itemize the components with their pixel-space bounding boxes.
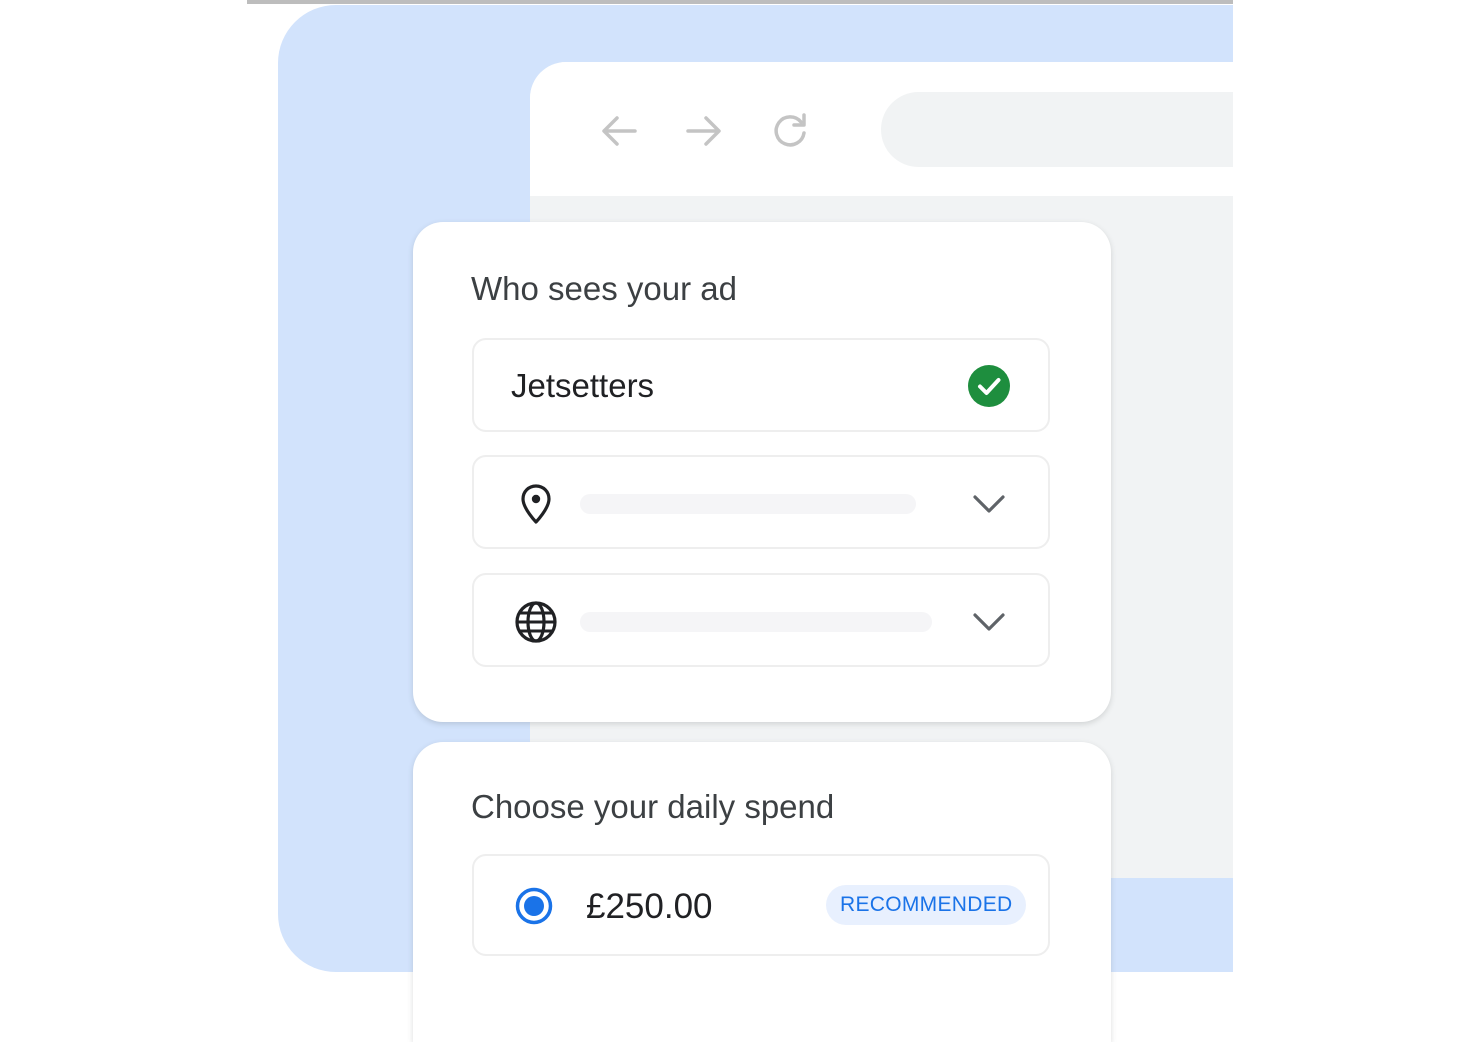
top-divider <box>247 0 1233 4</box>
audience-name-value: Jetsetters <box>511 367 655 404</box>
location-select[interactable] <box>472 455 1050 549</box>
location-placeholder <box>580 494 916 514</box>
spend-amount: £250.00 <box>586 887 713 926</box>
spend-option-recommended[interactable]: £250.00 RECOMMENDED <box>472 854 1050 956</box>
arrow-back-icon[interactable] <box>597 109 641 153</box>
language-select[interactable] <box>472 573 1050 667</box>
recommended-badge: RECOMMENDED <box>826 885 1027 925</box>
globe-icon <box>514 600 558 644</box>
arrow-forward-icon[interactable] <box>682 109 726 153</box>
audience-card-title: Who sees your ad <box>471 270 737 307</box>
browser-toolbar <box>530 62 1233 196</box>
radio-selected-icon[interactable] <box>514 886 554 926</box>
daily-spend-card-title: Choose your daily spend <box>471 788 835 825</box>
chevron-down-icon[interactable] <box>971 606 1007 638</box>
location-pin-icon <box>514 482 558 526</box>
audience-name-field[interactable]: Jetsetters <box>472 338 1050 432</box>
language-placeholder <box>580 612 932 632</box>
check-circle-icon <box>968 365 1010 407</box>
chevron-down-icon[interactable] <box>971 488 1007 520</box>
audience-card: Who sees your ad Jetsetters <box>413 222 1111 722</box>
reload-icon[interactable] <box>768 109 812 153</box>
address-bar[interactable] <box>881 92 1233 167</box>
daily-spend-card: Choose your daily spend £250.00 RECOMMEN… <box>413 742 1111 1042</box>
